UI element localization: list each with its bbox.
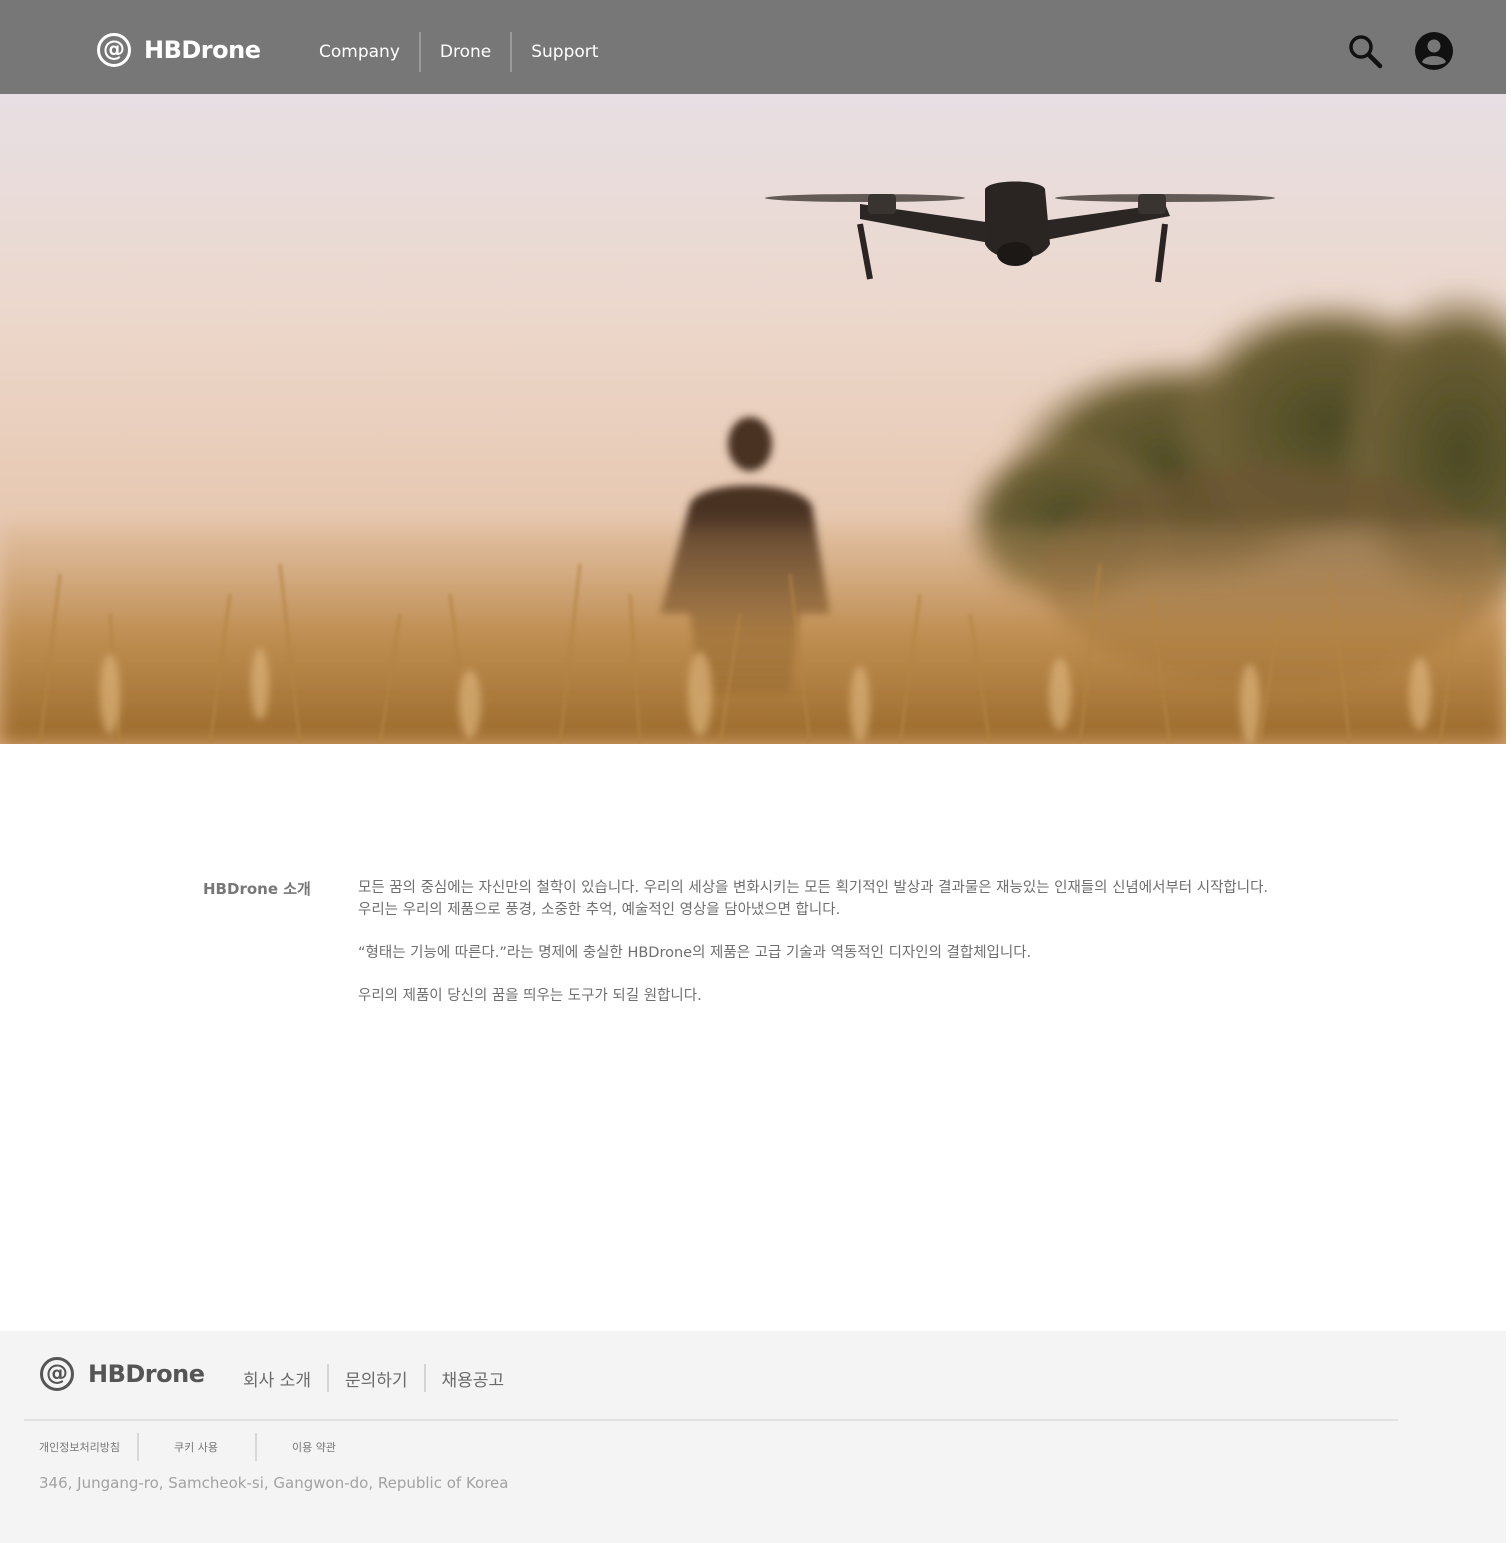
at-logo-icon: @ — [40, 1357, 74, 1391]
intro-line: 우리는 우리의 제품으로 풍경, 소중한 추억, 예술적인 영상을 담아냈으면 … — [358, 902, 841, 918]
intro-line: 모든 꿈의 중심에는 자신만의 철학이 있습니다. 우리의 세상을 변화시키는 … — [358, 880, 1269, 896]
at-logo-icon: @ — [97, 33, 131, 67]
footer-logo[interactable]: @ HBDrone — [40, 1357, 205, 1391]
header-actions — [1345, 31, 1454, 71]
nav-drone[interactable]: Drone — [421, 32, 510, 72]
terms-of-use-link[interactable]: 이용 약관 — [257, 1439, 336, 1455]
hero-image — [0, 94, 1506, 744]
footer-nav-careers[interactable]: 채용공고 — [426, 1366, 521, 1391]
company-address: 346, Jungang-ro, Samcheok-si, Gangwon-do… — [39, 1474, 509, 1492]
nav-support[interactable]: Support — [512, 32, 617, 72]
site-footer: @ HBDrone 회사 소개 문의하기 채용공고 개인정보처리방침 쿠키 사용… — [0, 1331, 1506, 1543]
site-logo[interactable]: @ HBDrone — [97, 33, 261, 67]
nav-company[interactable]: Company — [300, 32, 419, 72]
footer-nav-about[interactable]: 회사 소개 — [227, 1366, 327, 1391]
intro-paragraph: “형태는 기능에 따른다.”라는 명제에 충실한 HBDrone의 제품은 고급… — [358, 945, 1032, 961]
intro-section: HBDrone 소개 모든 꿈의 중심에는 자신만의 철학이 있습니다. 우리의… — [0, 744, 1506, 1331]
site-header: @ HBDrone Company Drone Support — [0, 0, 1506, 94]
footer-nav-contact[interactable]: 문의하기 — [329, 1366, 424, 1391]
footer-logo-text: HBDrone — [88, 1360, 205, 1388]
intro-paragraph: 모든 꿈의 중심에는 자신만의 철학이 있습니다. 우리의 세상을 변화시키는 … — [358, 877, 1358, 921]
privacy-policy-link[interactable]: 개인정보처리방침 — [39, 1439, 137, 1455]
cookie-policy-link[interactable]: 쿠키 사용 — [139, 1439, 255, 1455]
intro-label: HBDrone 소개 — [203, 880, 311, 898]
user-account-icon[interactable] — [1414, 31, 1454, 71]
hero-drone-photo — [0, 94, 1506, 744]
main-nav: Company Drone Support — [300, 32, 617, 72]
footer-divider — [24, 1419, 1398, 1421]
intro-paragraph: 우리의 제품이 당신의 꿈을 띄우는 도구가 되길 원합니다. — [358, 988, 702, 1004]
search-icon[interactable] — [1345, 31, 1385, 71]
footer-nav: 회사 소개 문의하기 채용공고 — [227, 1364, 520, 1392]
logo-text: HBDrone — [144, 36, 261, 64]
intro-body: 모든 꿈의 중심에는 자신만의 철학이 있습니다. 우리의 세상을 변화시키는 … — [358, 877, 1358, 1028]
footer-legal-links: 개인정보처리방침 쿠키 사용 이용 약관 — [39, 1433, 336, 1461]
